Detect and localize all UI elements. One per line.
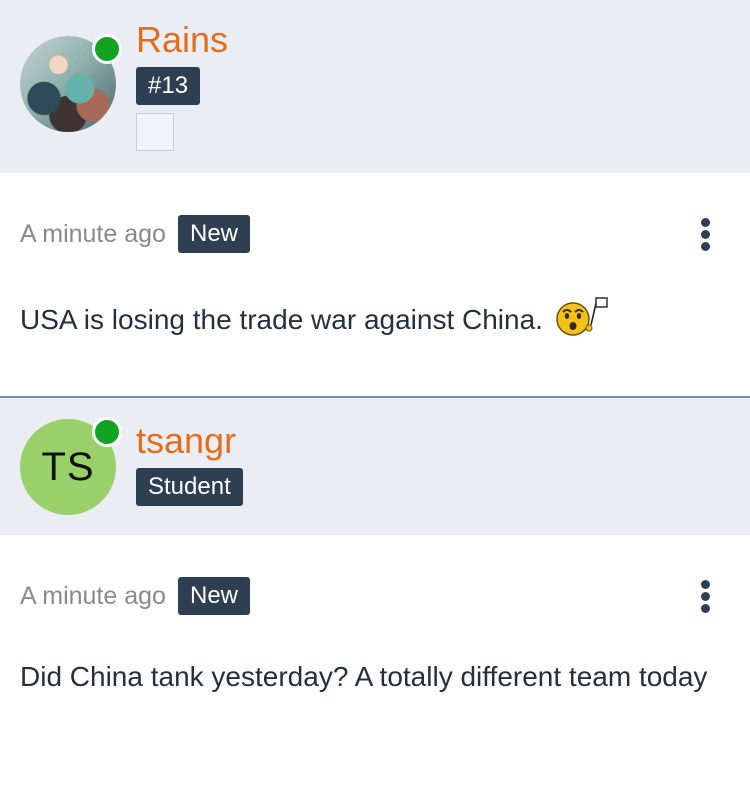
post-2: TS tsangr Student A minute ago New Did C… [0,398,750,789]
empty-badge-slot [136,113,174,151]
post-text: Did China tank yesterday? A totally diff… [20,661,708,692]
avatar-container[interactable]: TS [20,417,122,515]
more-options-icon[interactable] [696,580,716,614]
avatar-container[interactable] [20,34,122,132]
post-text-content: USA is losing the trade war against Chin… [20,303,543,335]
new-badge: New [178,577,251,615]
username[interactable]: tsangr [136,421,236,461]
shocked-face-icon [555,295,611,348]
online-status-indicator [92,34,122,64]
post-header: TS tsangr Student [0,398,750,535]
role-badge: Student [136,468,243,506]
post-time: A minute ago [20,582,166,610]
post-text: USA is losing the trade war against Chin… [20,295,720,348]
post-1: Rains #13 A minute ago New USA is losing… [0,0,750,398]
rank-badge: #13 [136,67,201,105]
new-badge: New [178,215,251,253]
more-options-icon[interactable] [696,218,716,252]
username[interactable]: Rains [136,20,228,60]
online-status-indicator [92,417,122,447]
post-time: A minute ago [20,220,166,248]
post-header: Rains #13 [0,0,750,173]
